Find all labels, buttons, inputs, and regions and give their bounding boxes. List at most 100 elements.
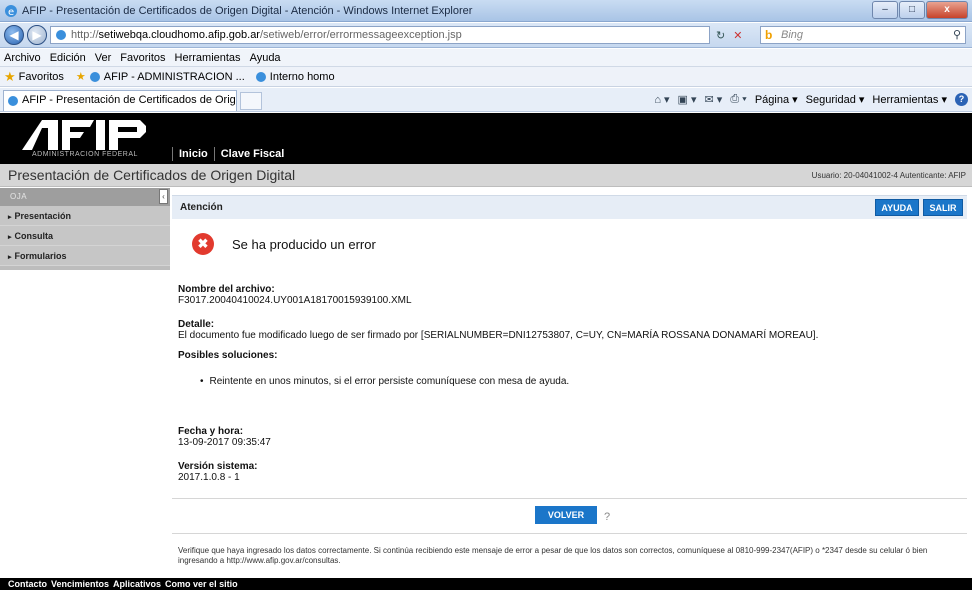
menu-ver[interactable]: Ver: [95, 52, 112, 64]
tab-afip[interactable]: AFIP - Presentación de Certificados de O…: [3, 90, 237, 111]
favorites-bar: ★ Favoritos ★ AFIP - ADMINISTRACION ... …: [0, 67, 972, 87]
sidebar: OJA ‹ ▸ Presentación ▸ Consulta ▸ Formulari…: [0, 188, 170, 270]
sidebar-item-formularios[interactable]: ▸ Formularios: [0, 246, 170, 266]
page-title: Presentación de Certificados de Origen D…: [8, 167, 296, 183]
maximize-button[interactable]: □: [899, 1, 925, 19]
nav-inicio[interactable]: Inicio: [172, 147, 214, 161]
menu-ayuda[interactable]: Ayuda: [250, 52, 281, 64]
ie-icon: [255, 71, 266, 82]
feeds-icon[interactable]: ▣ ▾: [678, 93, 697, 106]
refresh-icon[interactable]: ↻: [716, 29, 725, 42]
favorite-item-interno[interactable]: Interno homo: [255, 71, 335, 83]
sidebar-item-consulta[interactable]: ▸ Consulta: [0, 226, 170, 246]
help-icon[interactable]: ?: [955, 93, 968, 106]
back-button[interactable]: ◀: [4, 25, 24, 45]
url-host: setiwebqa.cloudhomo.afip.gob.ar: [98, 29, 260, 41]
footer-link-aplicativos[interactable]: Aplicativos: [113, 579, 161, 589]
chevron-right-icon: ▸: [8, 214, 12, 221]
datetime-label: Fecha y hora:: [178, 426, 244, 437]
attention-bar: Atención AYUDA SALIR: [172, 195, 967, 219]
detail-label: Detalle:: [178, 319, 215, 330]
address-input[interactable]: http://setiwebqa.cloudhomo.afip.gob.ar/s…: [50, 26, 710, 44]
new-tab-button[interactable]: [240, 92, 262, 110]
divider: [172, 498, 967, 499]
footer: Contacto Vencimientos Aplicativos Como v…: [0, 578, 972, 590]
sidebar-item-label: Presentación: [14, 211, 72, 221]
favorites-star-icon[interactable]: ★: [4, 69, 16, 85]
sidebar-header: OJA ‹: [0, 188, 170, 206]
tab-label: AFIP - Presentación de Certificados de O…: [22, 94, 236, 106]
tab-bar: AFIP - Presentación de Certificados de O…: [0, 88, 972, 112]
menu-archivo[interactable]: Archivo: [4, 52, 41, 64]
solutions-label: Posibles soluciones:: [178, 350, 278, 361]
footer-link-vencimientos[interactable]: Vencimientos: [51, 579, 109, 589]
security-menu[interactable]: Seguridad ▾: [806, 93, 865, 106]
mail-icon[interactable]: ✉ ▾: [705, 93, 723, 106]
url-path: /setiweb/error/errormessageexception.jsp: [259, 29, 462, 41]
window-title: AFIP - Presentación de Certificados de O…: [22, 5, 473, 17]
url-prefix: http://: [71, 29, 99, 41]
solution-item: • Reintente en unos minutos, si el error …: [200, 376, 569, 387]
sidebar-item-label: Formularios: [14, 251, 67, 261]
error-icon: ✖: [192, 233, 214, 255]
menu-bar: Archivo Edición Ver Favoritos Herramient…: [0, 49, 972, 67]
help-question-link[interactable]: ?: [604, 511, 610, 523]
search-icon[interactable]: ⚲: [953, 27, 961, 43]
favorite-item-label: Interno homo: [269, 70, 335, 83]
nav-clave-fiscal[interactable]: Clave Fiscal: [213, 147, 291, 161]
ie-icon: e: [5, 5, 17, 18]
menu-herramientas[interactable]: Herramientas: [175, 52, 241, 64]
sidebar-header-label: OJA: [10, 192, 28, 201]
minimize-button[interactable]: –: [872, 1, 898, 19]
page-menu[interactable]: Página ▾: [755, 93, 798, 106]
menu-edicion[interactable]: Edición: [50, 52, 86, 64]
file-label: Nombre del archivo:: [178, 284, 275, 295]
sidebar-item-presentacion[interactable]: ▸ Presentación: [0, 206, 170, 226]
search-input[interactable]: b Bing ⚲: [760, 26, 966, 44]
tools-menu[interactable]: Herramientas ▾: [872, 93, 947, 106]
page-content: ADMINISTRACION FEDERAL Inicio Clave Fisc…: [0, 113, 972, 590]
afip-header: ADMINISTRACION FEDERAL Inicio Clave Fisc…: [0, 113, 972, 164]
command-bar: ⌂ ▾ ▣ ▾ ✉ ▾ ⎙ ▾ Página ▾ Seguridad ▾ Her…: [646, 93, 968, 106]
favorite-item-label: AFIP - ADMINISTRACION ...: [103, 70, 245, 83]
main-content: Atención AYUDA SALIR ✖ Se ha producido u…: [172, 188, 967, 578]
footer-link-contacto[interactable]: Contacto: [8, 579, 47, 589]
help-note-line-1: Verifique que haya ingresado los datos c…: [178, 546, 928, 555]
window-controls: – □ x: [871, 1, 968, 19]
attention-label: Atención: [180, 202, 223, 213]
address-toolbar: ◀ ▶ http://setiwebqa.cloudhomo.afip.gob.…: [0, 23, 972, 48]
bullet-icon: •: [200, 376, 204, 387]
solution-text: Reintente en unos minutos, si el error p…: [209, 376, 570, 387]
window-titlebar: e AFIP - Presentación de Certificados de…: [0, 0, 972, 22]
version-value: 2017.1.0.8 - 1: [178, 472, 240, 483]
search-placeholder: Bing: [781, 29, 804, 41]
svg-text:e: e: [8, 7, 14, 18]
help-note: Verifique que haya ingresado los datos c…: [178, 546, 963, 566]
ayuda-button[interactable]: AYUDA: [875, 199, 919, 216]
help-note-line-2: ingresando a http://www.afip.gov.ar/cons…: [178, 556, 341, 565]
user-info: Usuario: 20-04041002-4 Autenticante: AFI…: [811, 171, 966, 180]
favorite-item-afip[interactable]: AFIP - ADMINISTRACION ...: [89, 71, 245, 83]
address-actions: ↻ ✕: [712, 26, 746, 44]
footer-link-como-ver[interactable]: Como ver el sitio: [165, 579, 238, 589]
favorites-button[interactable]: Favoritos: [19, 71, 64, 83]
add-favorite-icon[interactable]: ★: [76, 70, 86, 83]
print-icon[interactable]: ⎙ ▾: [730, 93, 746, 106]
stop-icon[interactable]: ✕: [733, 29, 742, 42]
ie-icon: [89, 71, 100, 82]
close-button[interactable]: x: [926, 1, 968, 19]
salir-button[interactable]: SALIR: [923, 199, 963, 216]
app-title-bar: Presentación de Certificados de Origen D…: [0, 164, 972, 187]
volver-button[interactable]: VOLVER: [535, 506, 597, 524]
bing-icon: b: [765, 28, 773, 42]
menu-favoritos[interactable]: Favoritos: [120, 52, 165, 64]
sidebar-item-label: Consulta: [14, 231, 54, 241]
top-nav: Inicio Clave Fiscal: [172, 145, 290, 161]
file-value: F3017.20040410024.UY001A18170015939100.X…: [178, 295, 412, 306]
datetime-value: 13-09-2017 09:35:47: [178, 437, 271, 448]
forward-button[interactable]: ▶: [27, 25, 47, 45]
chevron-right-icon: ▸: [8, 234, 12, 241]
sidebar-collapse-button[interactable]: ‹: [159, 189, 168, 204]
detail-value: El documento fue modificado luego de ser…: [178, 330, 819, 341]
home-icon[interactable]: ⌂ ▾: [654, 93, 669, 106]
